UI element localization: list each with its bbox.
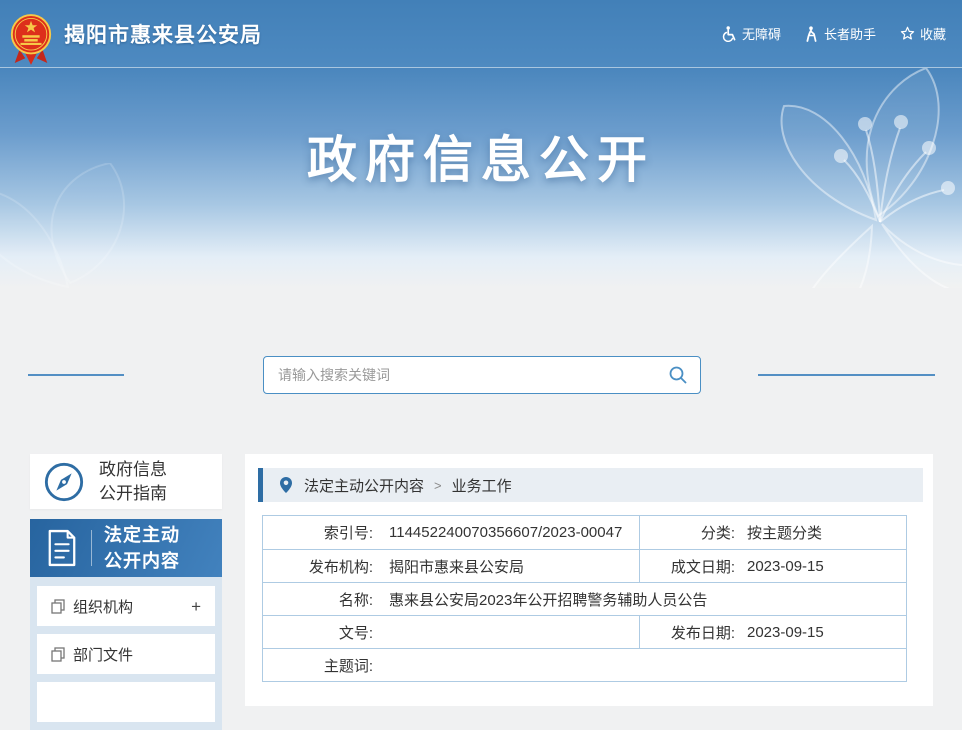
compass-icon bbox=[43, 461, 85, 503]
location-pin-icon bbox=[279, 476, 293, 494]
content-area: 政府信息 公开指南 法定主动 公开内容 bbox=[30, 454, 933, 730]
elder-assistant-icon bbox=[805, 26, 819, 42]
index-number-label: 索引号: bbox=[263, 522, 373, 543]
main-panel: 法定主动公开内容 > 业务工作 索引号: 114452240070356607/… bbox=[245, 454, 933, 706]
search-icon bbox=[668, 365, 688, 385]
pages-icon bbox=[51, 647, 65, 662]
search-button[interactable] bbox=[656, 357, 700, 393]
left-rule bbox=[28, 374, 124, 376]
favorite-label: 收藏 bbox=[920, 24, 946, 43]
search-row bbox=[0, 356, 962, 396]
table-row: 文号: 发布日期: 2023-09-15 bbox=[263, 615, 906, 648]
breadcrumb-separator: > bbox=[434, 478, 442, 493]
breadcrumb-current[interactable]: 业务工作 bbox=[452, 475, 512, 496]
breadcrumb: 法定主动公开内容 > 业务工作 bbox=[258, 468, 923, 502]
national-emblem-logo bbox=[8, 13, 54, 67]
favorite-link[interactable]: 收藏 bbox=[900, 24, 946, 43]
divider bbox=[91, 530, 92, 566]
document-detail-table: 索引号: 114452240070356607/2023-00047 分类: 按… bbox=[262, 515, 907, 682]
search-input[interactable] bbox=[264, 357, 656, 393]
category-label: 分类: bbox=[640, 522, 735, 543]
breadcrumb-accent-bar bbox=[258, 468, 263, 502]
table-row: 发布机构: 揭阳市惠来县公安局 成文日期: 2023-09-15 bbox=[263, 549, 906, 582]
sidebar-item-partial[interactable] bbox=[37, 682, 215, 722]
publish-date-label: 发布日期: bbox=[640, 622, 735, 643]
sidebar-item-organization[interactable]: 组织机构 + bbox=[37, 586, 215, 626]
sidebar-active-label: 法定主动 公开内容 bbox=[104, 522, 180, 574]
sidebar-guide-label: 政府信息 公开指南 bbox=[99, 458, 167, 506]
search-box bbox=[263, 356, 701, 394]
page-title: 政府信息公开 bbox=[0, 68, 962, 192]
top-utility-links: 无障碍 长者助手 收藏 bbox=[722, 24, 946, 43]
accessibility-link[interactable]: 无障碍 bbox=[722, 24, 781, 43]
doc-title-label: 名称: bbox=[263, 589, 373, 610]
publish-date-value: 2023-09-15 bbox=[735, 624, 824, 641]
keywords-label: 主题词: bbox=[263, 655, 373, 676]
written-date-value: 2023-09-15 bbox=[735, 558, 824, 575]
sidebar-item-guide[interactable]: 政府信息 公开指南 bbox=[30, 454, 222, 509]
submenu-label: 部门文件 bbox=[73, 644, 133, 665]
top-bar: 揭阳市惠来县公安局 无障碍 长者助手 收藏 bbox=[0, 0, 962, 68]
doc-title-value: 惠来县公安局2023年公开招聘警务辅助人员公告 bbox=[373, 589, 707, 610]
sidebar-item-statutory-disclosure[interactable]: 法定主动 公开内容 bbox=[30, 519, 222, 577]
issuer-label: 发布机构: bbox=[263, 556, 373, 577]
issuer-value: 揭阳市惠来县公安局 bbox=[373, 556, 524, 577]
index-number-value: 114452240070356607/2023-00047 bbox=[373, 524, 622, 541]
elder-assistant-label: 长者助手 bbox=[824, 24, 876, 43]
written-date-label: 成文日期: bbox=[640, 556, 735, 577]
table-row: 索引号: 114452240070356607/2023-00047 分类: 按… bbox=[263, 516, 906, 549]
breadcrumb-section[interactable]: 法定主动公开内容 bbox=[304, 475, 424, 496]
category-value: 按主题分类 bbox=[735, 522, 822, 543]
elder-assistant-link[interactable]: 长者助手 bbox=[805, 24, 876, 43]
document-icon bbox=[46, 529, 78, 567]
submenu-label: 组织机构 bbox=[73, 596, 133, 617]
accessibility-label: 无障碍 bbox=[742, 24, 781, 43]
pages-icon bbox=[51, 599, 65, 614]
table-row: 主题词: bbox=[263, 648, 906, 681]
right-rule bbox=[758, 374, 935, 376]
sidebar-submenu: 组织机构 + 部门文件 bbox=[30, 577, 222, 730]
wheelchair-icon bbox=[722, 26, 737, 42]
page-banner: 政府信息公开 bbox=[0, 68, 962, 288]
doc-number-label: 文号: bbox=[263, 622, 373, 643]
sidebar-item-department-documents[interactable]: 部门文件 bbox=[37, 634, 215, 674]
sidebar: 政府信息 公开指南 法定主动 公开内容 bbox=[30, 454, 222, 730]
expand-plus-icon[interactable]: + bbox=[191, 598, 201, 615]
site-title: 揭阳市惠来县公安局 bbox=[64, 19, 262, 49]
table-row: 名称: 惠来县公安局2023年公开招聘警务辅助人员公告 bbox=[263, 582, 906, 615]
star-icon bbox=[900, 26, 915, 41]
